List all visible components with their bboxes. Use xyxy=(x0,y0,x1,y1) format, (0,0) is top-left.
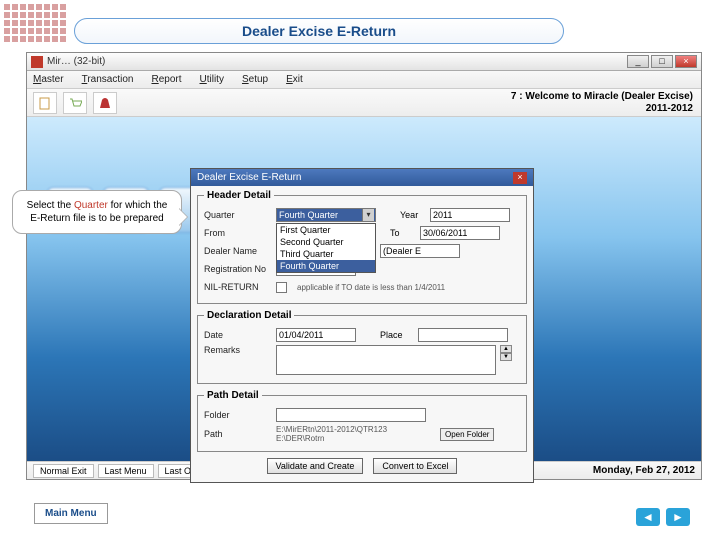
quarter-option[interactable]: Third Quarter xyxy=(277,248,375,260)
slide-title-bar: Dealer Excise E-Return xyxy=(74,18,564,44)
to-label: To xyxy=(390,228,416,238)
path-label: Path xyxy=(204,429,272,439)
nil-return-note: applicable if TO date is less than 1/4/2… xyxy=(297,283,445,292)
chevron-down-icon: ▾ xyxy=(362,209,374,221)
welcome-text: 7 : Welcome to Miracle (Dealer Excise)20… xyxy=(511,91,693,115)
menu-exit[interactable]: Exit xyxy=(286,74,303,85)
place-label: Place xyxy=(380,330,414,340)
year-field[interactable]: 2011 xyxy=(430,208,510,222)
menu-transaction[interactable]: Transaction xyxy=(82,74,134,85)
open-folder-button[interactable]: Open Folder xyxy=(440,428,494,441)
quarter-select[interactable]: Fourth Quarter ▾ First Quarter Second Qu… xyxy=(276,208,376,222)
status-normal-exit[interactable]: Normal Exit xyxy=(33,464,94,478)
dialog-title: Dealer Excise E-Return xyxy=(197,172,301,183)
decorative-dots xyxy=(4,4,66,42)
callout-bubble: Select the Quarter for which the E-Retur… xyxy=(12,190,182,234)
app-icon xyxy=(31,56,43,68)
menu-setup[interactable]: Setup xyxy=(242,74,268,85)
to-field[interactable]: 30/06/2011 xyxy=(420,226,500,240)
nil-return-label: NIL-RETURN xyxy=(204,282,272,292)
path-legend: Path Detail xyxy=(204,390,262,401)
year-label: Year xyxy=(400,210,426,220)
toolbar-new-icon[interactable] xyxy=(33,92,57,114)
convert-excel-button[interactable]: Convert to Excel xyxy=(373,458,457,474)
dialog-close-icon[interactable]: × xyxy=(513,172,527,184)
remarks-textarea[interactable] xyxy=(276,345,496,375)
menu-master[interactable]: Master xyxy=(33,74,64,85)
status-date: Monday, Feb 27, 2012 xyxy=(593,465,695,476)
validate-create-button[interactable]: Validate and Create xyxy=(267,458,364,474)
window-titlebar: Mir… (32-bit) _ □ × xyxy=(27,53,701,71)
menu-utility[interactable]: Utility xyxy=(200,74,224,85)
maximize-button[interactable]: □ xyxy=(651,55,673,68)
status-last-menu[interactable]: Last Menu xyxy=(98,464,154,478)
dialog-titlebar: Dealer Excise E-Return × xyxy=(191,169,533,186)
dealer-name-field[interactable]: (Dealer E xyxy=(380,244,460,258)
folder-label: Folder xyxy=(204,410,272,420)
quarter-option[interactable]: First Quarter xyxy=(277,224,375,236)
declaration-detail-group: Declaration Detail Date 01/04/2011 Place… xyxy=(197,310,527,384)
header-detail-group: Header Detail Quarter Fourth Quarter ▾ F… xyxy=(197,190,527,304)
prev-arrow-icon[interactable]: ◄ xyxy=(636,508,660,526)
toolbar: 7 : Welcome to Miracle (Dealer Excise)20… xyxy=(27,89,701,117)
header-legend: Header Detail xyxy=(204,190,274,201)
registration-label: Registration No xyxy=(204,264,272,274)
ereturn-dialog: Dealer Excise E-Return × Header Detail Q… xyxy=(190,168,534,483)
remarks-label: Remarks xyxy=(204,345,272,355)
nav-arrows: ◄ ► xyxy=(636,508,690,526)
folder-field[interactable] xyxy=(276,408,426,422)
next-arrow-icon[interactable]: ► xyxy=(666,508,690,526)
slide-title-text: Dealer Excise E-Return xyxy=(242,23,396,39)
place-field[interactable] xyxy=(418,328,508,342)
from-label: From xyxy=(204,228,272,238)
decl-date-field[interactable]: 01/04/2011 xyxy=(276,328,356,342)
declaration-legend: Declaration Detail xyxy=(204,310,294,321)
toolbar-cart-icon[interactable] xyxy=(63,92,87,114)
remarks-spinner[interactable]: ▲▼ xyxy=(500,345,512,361)
quarter-option[interactable]: Second Quarter xyxy=(277,236,375,248)
minimize-button[interactable]: _ xyxy=(627,55,649,68)
menubar: Master Transaction Report Utility Setup … xyxy=(27,71,701,89)
quarter-dropdown: First Quarter Second Quarter Third Quart… xyxy=(276,223,376,273)
dealer-name-label: Dealer Name xyxy=(204,246,272,256)
toolbar-bag-icon[interactable] xyxy=(93,92,117,114)
close-button[interactable]: × xyxy=(675,55,697,68)
window-title: Mir… (32-bit) xyxy=(47,56,623,67)
quarter-option[interactable]: Fourth Quarter xyxy=(277,260,375,272)
main-menu-button[interactable]: Main Menu xyxy=(34,503,108,524)
menu-report[interactable]: Report xyxy=(151,74,181,85)
path-detail-group: Path Detail Folder Path E:\MirERtn\2011-… xyxy=(197,390,527,452)
nil-return-checkbox[interactable] xyxy=(276,282,287,293)
decl-date-label: Date xyxy=(204,330,272,340)
quarter-label: Quarter xyxy=(204,210,272,220)
path-value: E:\MirERtn\2011-2012\QTR123 E:\DER\Rotrn xyxy=(276,425,436,443)
